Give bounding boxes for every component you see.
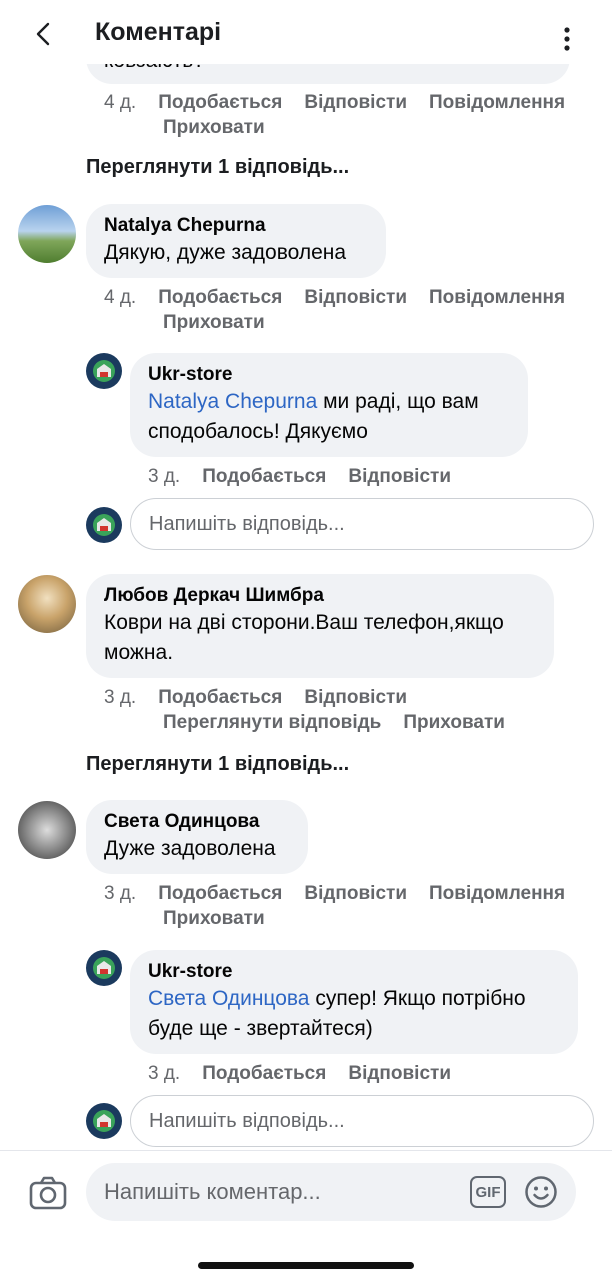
hide-row: Приховати [163, 115, 287, 140]
comment-composer: Напишіть коментар... GIF [0, 1150, 612, 1280]
like-button[interactable]: Подобається [158, 883, 282, 904]
report-button[interactable]: Повідомлення [429, 92, 565, 113]
comment-bubble: Natalya Chepurna Дякую, дуже задоволена [86, 204, 386, 278]
mention-link[interactable]: Света Одинцова [148, 987, 310, 1010]
camera-icon [29, 1176, 67, 1210]
reply-text: Natalya Chepurna ми раді, що вам сподобал… [148, 390, 479, 443]
avatar[interactable] [18, 801, 76, 859]
home-indicator [198, 1262, 414, 1269]
store-avatar[interactable] [86, 950, 122, 986]
hide-button[interactable]: Приховати [403, 712, 505, 733]
my-avatar [86, 1103, 122, 1139]
mention-link[interactable]: Natalya Chepurna [148, 390, 317, 413]
comment-time: 3 д. [104, 687, 137, 708]
comment-author[interactable]: Света Одинцова [104, 810, 290, 834]
reply-button[interactable]: Відповісти [304, 883, 407, 904]
hide-button[interactable]: Приховати [163, 908, 265, 929]
reply-time: 3 д. [148, 466, 181, 487]
view-replies-link[interactable]: Переглянути 1 відповідь... [86, 753, 349, 776]
comment-actions: 3 д. Подобається Відповісти Повідомлення [104, 881, 594, 906]
like-button[interactable]: Подобається [158, 92, 282, 113]
avatar[interactable] [18, 205, 76, 263]
store-avatar[interactable] [86, 353, 122, 389]
hide-row: Приховати [163, 906, 287, 931]
hide-row: Приховати [163, 310, 287, 335]
view-reply-button[interactable]: Переглянути відповідь [163, 712, 381, 733]
comment-actions: 4 д. Подобається Відповісти Повідомлення [104, 90, 594, 115]
reply-button[interactable]: Відповісти [304, 287, 407, 308]
comment-actions: 3 д. Подобається Відповісти [104, 685, 429, 710]
reply-text: Света Одинцова супер! Якщо потрібно буде … [148, 987, 526, 1040]
reply-input[interactable]: Напишіть відповідь... [130, 1095, 594, 1147]
comment-text: Дуже задоволена [104, 837, 276, 860]
reply-button[interactable]: Відповісти [348, 466, 451, 487]
emoji-icon [525, 1176, 557, 1208]
comment-author[interactable]: Любов Деркач Шимбра [104, 584, 536, 608]
hide-button[interactable]: Приховати [163, 117, 265, 138]
like-button[interactable]: Подобається [158, 687, 282, 708]
report-button[interactable]: Повідомлення [429, 287, 565, 308]
comment-time: 3 д. [104, 883, 137, 904]
avatar[interactable] [18, 575, 76, 633]
reply-bubble: Ukr-store Natalya Chepurna ми раді, що в… [130, 353, 528, 457]
reply-actions: 3 д. Подобається Відповісти [148, 464, 473, 489]
store-logo-icon [93, 957, 115, 979]
hide-button[interactable]: Приховати [163, 312, 265, 333]
reply-input[interactable]: Напишіть відповідь... [130, 498, 594, 550]
comment-author[interactable]: Natalya Chepurna [104, 214, 368, 238]
more-options-button[interactable] [556, 24, 578, 54]
comment-actions: 4 д. Подобається Відповісти Повідомлення [104, 285, 594, 310]
more-vertical-icon [564, 27, 570, 51]
reply-button[interactable]: Відповісти [304, 687, 407, 708]
like-button[interactable]: Подобається [202, 466, 326, 487]
comment-bubble: Любов Деркач Шимбра Коври на дві сторони… [86, 574, 554, 678]
comment-text: Коври на дві сторони.Ваш телефон,якщо мож… [104, 611, 504, 664]
reply-actions: 3 д. Подобається Відповісти [148, 1061, 473, 1086]
comment-text: Дякую, дуже задоволена [104, 241, 347, 264]
my-avatar [86, 507, 122, 543]
report-button[interactable]: Повідомлення [429, 883, 565, 904]
comment-time: 4 д. [104, 92, 137, 113]
reply-bubble: Ukr-store Света Одинцова супер! Якщо пот… [130, 950, 578, 1054]
emoji-button[interactable] [524, 1175, 558, 1209]
reply-author[interactable]: Ukr-store [148, 363, 510, 387]
reply-button[interactable]: Відповісти [348, 1063, 451, 1084]
gif-icon[interactable]: GIF [470, 1176, 506, 1208]
store-logo-icon [93, 360, 115, 382]
comment-bubble: Света Одинцова Дуже задоволена [86, 800, 308, 874]
comments-list[interactable]: ковзають? 4 д.ПодобаєтьсяВідповістиПовід… [0, 0, 612, 1150]
store-logo-icon [93, 514, 115, 536]
reply-time: 3 д. [148, 1063, 181, 1084]
back-button[interactable] [28, 14, 58, 54]
chevron-left-icon [36, 22, 50, 46]
reply-author[interactable]: Ukr-store [148, 960, 560, 984]
like-button[interactable]: Подобається [202, 1063, 326, 1084]
comment-time: 4 д. [104, 287, 137, 308]
view-replies-link[interactable]: Переглянути 1 відповідь... [86, 156, 349, 179]
page-title: Коментарі [95, 18, 222, 46]
comment-actions-2: Переглянути відповідь Приховати [163, 710, 527, 735]
camera-button[interactable] [28, 1173, 68, 1213]
like-button[interactable]: Подобається [158, 287, 282, 308]
store-logo-icon [93, 1110, 115, 1132]
top-bar: Коментарі [0, 0, 612, 64]
reply-button[interactable]: Відповісти [304, 92, 407, 113]
